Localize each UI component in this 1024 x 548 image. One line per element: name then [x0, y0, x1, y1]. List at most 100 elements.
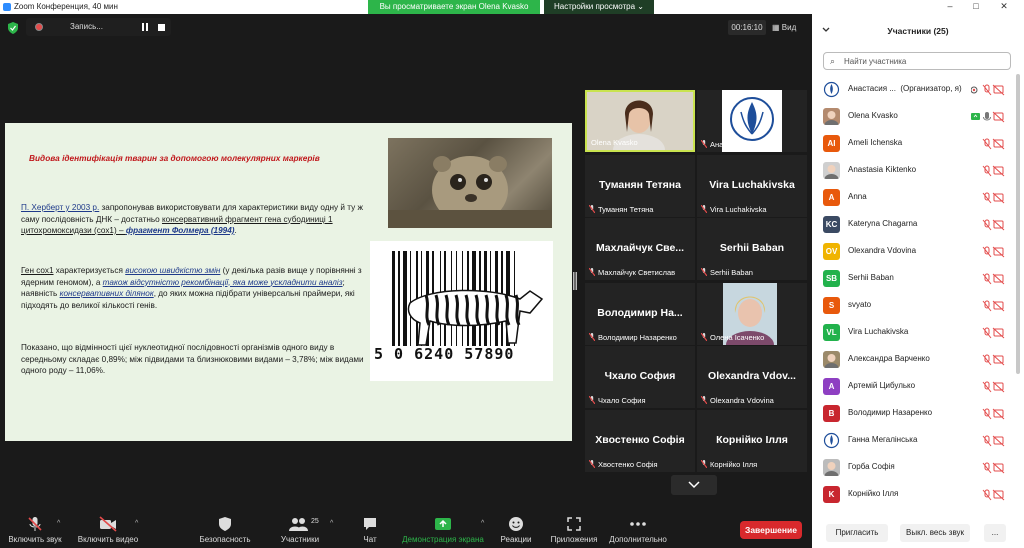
video-tile[interactable]: Володимир На... Володимир Назаренко — [585, 283, 695, 345]
view-button[interactable]: ▦ Вид — [772, 20, 804, 35]
participant-row[interactable]: KC Kateryna Chagarna — [812, 211, 1017, 238]
video-tile[interactable]: Корнійко Ілля Корнійко Ілля — [697, 410, 807, 472]
stop-icon[interactable] — [158, 24, 165, 31]
participant-row[interactable]: Anastasia Kiktenko — [812, 157, 1017, 184]
start-video-button[interactable]: Включить видео — [72, 512, 144, 548]
status-icons — [982, 273, 1005, 285]
tile-name-text: Serhii Baban — [710, 268, 753, 277]
participant-row[interactable]: Ганна Мегалінська — [812, 427, 1017, 454]
participant-name: svyato — [848, 300, 871, 309]
participant-row[interactable]: Александра Варченко — [812, 346, 1017, 373]
video-tile[interactable]: Olena Kvasko — [585, 90, 695, 152]
participant-name-text: svyato — [848, 300, 872, 309]
unmute-button[interactable]: Включить звук — [0, 512, 70, 548]
tile-display-name: Vira Luchakivska — [709, 179, 795, 191]
video-off-icon — [99, 516, 117, 532]
tile-name-text: Анастасія Нікітіна — [710, 140, 772, 149]
avatar: S — [823, 297, 840, 314]
chat-button[interactable]: Чат — [348, 512, 392, 548]
participant-name: Анастасия ... (Организатор, я) — [848, 84, 962, 93]
participant-row[interactable]: SB Serhii Baban — [812, 265, 1017, 292]
avatar — [823, 108, 840, 125]
participant-role: (Организатор, я) — [900, 84, 962, 93]
apps-button[interactable]: Приложения — [544, 512, 604, 548]
video-tile[interactable]: Анастасія Нікітіна — [697, 90, 807, 152]
maximize-icon[interactable]: □ — [968, 1, 984, 13]
recording-label: Запись... — [70, 22, 103, 31]
participant-name: Anastasia Kiktenko — [848, 165, 916, 174]
share-screen-label: Демонстрация экрана — [402, 535, 484, 544]
animal-photo — [388, 138, 552, 228]
video-options-caret-icon[interactable]: ^ — [135, 520, 138, 527]
video-tile[interactable]: Vira Luchakivska Vira Luchakivska — [697, 155, 807, 217]
participant-name-text: Александра Варченко — [848, 354, 930, 363]
mute-all-button[interactable]: Выкл. весь звук — [900, 524, 970, 542]
tile-name-label: Туманян Тетяна — [589, 205, 653, 214]
video-tile[interactable]: Олена Ісаченко — [697, 283, 807, 345]
tile-name-text: Olexandra Vdovina — [710, 396, 774, 405]
tile-name-label: Vira Luchakivska — [701, 205, 767, 214]
video-tile[interactable]: Туманян Тетяна Туманян Тетяна — [585, 155, 695, 217]
record-icon — [35, 23, 43, 31]
video-tile[interactable]: Serhii Baban Serhii Baban — [697, 218, 807, 280]
audio-options-caret-icon[interactable]: ^ — [57, 520, 60, 527]
split-handle[interactable] — [573, 272, 577, 290]
participant-list-scrollbar[interactable] — [1016, 74, 1020, 374]
pause-icon[interactable] — [141, 23, 149, 31]
tile-name-text: Володимир Назаренко — [598, 333, 677, 342]
participant-row[interactable]: AI Ameli Ichenska — [812, 130, 1017, 157]
shield-icon — [219, 517, 231, 531]
status-icons — [982, 489, 1005, 501]
shield-icon[interactable] — [8, 22, 18, 34]
reactions-button[interactable]: Реакции — [494, 512, 538, 548]
avatar: VL — [823, 324, 840, 341]
participant-row[interactable]: K Корнійко Ілля — [812, 481, 1017, 508]
tile-name-label: Хвостенко Софія — [589, 460, 658, 469]
status-icons — [971, 111, 1005, 123]
participant-row[interactable]: OV Olexandra Vdovina — [812, 238, 1017, 265]
tile-name-label: Анастасія Нікітіна — [701, 140, 772, 149]
close-icon[interactable]: ✕ — [996, 1, 1012, 13]
meeting-toolbar: Включить звук ^ Включить видео ^ Безопас… — [0, 512, 812, 548]
tile-name-text: Махлайчук Светислав — [598, 268, 676, 277]
participant-row[interactable]: A Anna — [812, 184, 1017, 211]
participant-row[interactable]: Olena Kvasko — [812, 103, 1017, 130]
more-button[interactable]: Дополнительно — [606, 512, 670, 548]
video-tile[interactable]: Olexandra Vdov... Olexandra Vdovina — [697, 346, 807, 408]
gallery-scroll-down-icon[interactable] — [671, 475, 717, 495]
tile-name-text: Корнійко Ілля — [710, 460, 758, 469]
view-options-button[interactable]: Настройки просмотра ⌄ — [544, 0, 654, 14]
participant-name-text: Olena Kvasko — [848, 111, 898, 120]
tile-name-label: Olena Kvasko — [591, 138, 638, 147]
zebra-barcode-image: 5 0 6240 57890 — [370, 241, 553, 381]
security-button[interactable]: Безопасность — [190, 512, 260, 548]
status-icons — [982, 138, 1005, 150]
video-tile[interactable]: Хвостенко Софія Хвостенко Софія — [585, 410, 695, 472]
video-tile[interactable]: Махлайчук Све... Махлайчук Светислав — [585, 218, 695, 280]
video-tile[interactable]: Чхало София Чхало София — [585, 346, 695, 408]
participant-row[interactable]: B Володимир Назаренко — [812, 400, 1017, 427]
avatar — [823, 351, 840, 368]
view-label: Вид — [781, 23, 797, 32]
participant-row[interactable]: A Артемій Цибулько — [812, 373, 1017, 400]
panel-more-button[interactable]: ... — [984, 524, 1006, 542]
participants-caret-icon[interactable]: ^ — [330, 520, 333, 527]
end-meeting-button[interactable]: Завершение — [740, 521, 802, 539]
participant-search-input[interactable]: ⌕ Найти участника — [823, 52, 1011, 70]
tile-display-name: Корнійко Ілля — [716, 434, 788, 446]
participants-count: 25 — [311, 518, 319, 525]
minimize-icon[interactable]: – — [942, 1, 958, 13]
share-screen-icon — [435, 518, 451, 530]
participant-name: Serhii Baban — [848, 273, 894, 282]
share-screen-button[interactable]: Демонстрация экрана — [396, 512, 490, 548]
status-icons — [982, 300, 1005, 312]
invite-button[interactable]: Пригласить — [826, 524, 888, 542]
participant-row[interactable]: Горба Софія — [812, 454, 1017, 481]
slide-author: П. Херберт у 2003 р. — [21, 203, 100, 212]
participant-row[interactable]: Ssvyato — [812, 292, 1017, 319]
participants-button[interactable]: Участники — [268, 512, 332, 548]
participant-name: Корнійко Ілля — [848, 489, 898, 498]
participant-row[interactable]: VL Vira Luchakivska — [812, 319, 1017, 346]
participant-row[interactable]: Анастасия ... (Организатор, я) — [812, 76, 1017, 103]
share-caret-icon[interactable]: ^ — [481, 520, 484, 527]
